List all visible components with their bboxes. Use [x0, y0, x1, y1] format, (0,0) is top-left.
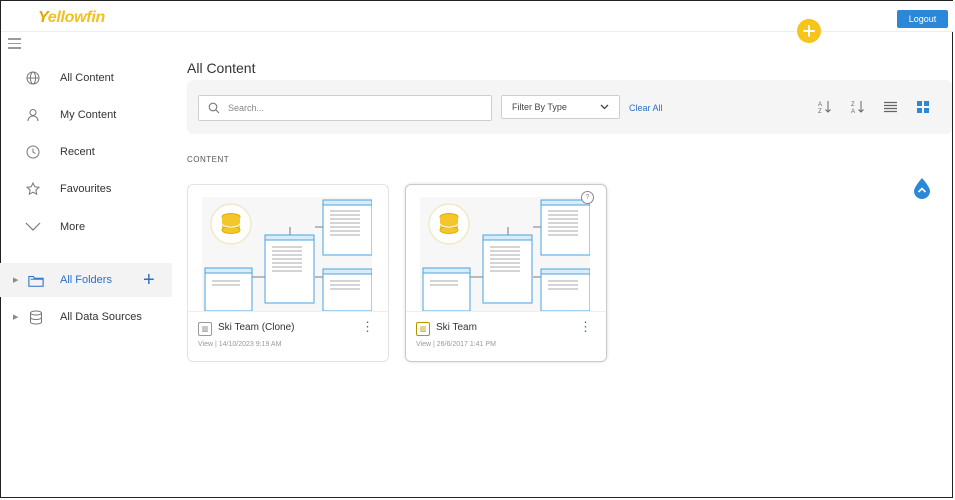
card-title[interactable]: Ski Team (Clone): [218, 322, 295, 333]
star-icon: [25, 181, 41, 197]
search-icon: [208, 102, 220, 114]
sidebar-item-label: Recent: [60, 146, 95, 158]
more-options-icon[interactable]: ⋮: [361, 320, 374, 333]
card-title[interactable]: Ski Team: [436, 322, 477, 333]
card-thumbnail: [420, 197, 591, 312]
card-thumbnail: [202, 197, 373, 312]
clear-all-link[interactable]: Clear All: [629, 103, 663, 113]
card-meta: View | 26/6/2017 1:41 PM: [416, 341, 496, 348]
report-type-icon: ▥: [416, 322, 430, 336]
content-card[interactable]: ? ▥ Ski Team View | 26/6/2017 1:41 PM ⋮: [405, 184, 607, 362]
sidebar-item-label: All Data Sources: [60, 311, 142, 323]
user-icon: [25, 107, 41, 123]
more-options-icon[interactable]: ⋮: [579, 320, 592, 333]
help-icon[interactable]: ?: [581, 191, 594, 204]
scroll-to-top-button[interactable]: [913, 177, 931, 199]
card-footer: ▥ Ski Team View | 26/6/2017 1:41 PM ⋮: [406, 311, 606, 361]
database-icon: [28, 309, 44, 325]
hamburger-line: [8, 47, 21, 49]
sidebar-item-label: Favourites: [60, 183, 112, 195]
chevron-down-icon: [600, 104, 609, 110]
filter-label: Filter By Type: [512, 102, 567, 112]
sidebar-item-label: More: [60, 221, 86, 233]
svg-text:Z: Z: [818, 109, 822, 114]
hamburger-line: [8, 38, 21, 40]
content-card[interactable]: ▥ Ski Team (Clone) View | 14/10/2023 9:1…: [187, 184, 389, 362]
sidebar-item-all-content[interactable]: All Content: [0, 63, 172, 93]
logo-letter: Y: [38, 9, 48, 26]
add-folder-plus-icon[interactable]: +: [143, 270, 155, 290]
sidebar-item-label: All Folders: [60, 274, 112, 286]
sidebar-item-recent[interactable]: Recent: [0, 137, 172, 167]
card-meta: View | 14/10/2023 9:19 AM: [198, 341, 282, 348]
report-type-icon: ▥: [198, 322, 212, 336]
search-input[interactable]: [226, 102, 480, 114]
search-box[interactable]: [198, 95, 492, 121]
svg-text:A: A: [818, 102, 822, 108]
logo-text: ellowfin: [47, 9, 105, 26]
chevron-down-icon: [25, 219, 41, 235]
globe-icon: [25, 70, 41, 86]
svg-text:Z: Z: [851, 102, 855, 108]
logout-button[interactable]: Logout: [897, 10, 948, 28]
yellowfin-logo[interactable]: Yellowfin: [38, 9, 105, 27]
expand-caret-icon[interactable]: ▶: [13, 313, 18, 321]
sidebar-item-my-content[interactable]: My Content: [0, 100, 172, 130]
svg-text:A: A: [851, 109, 855, 114]
expand-caret-icon[interactable]: ▶: [13, 276, 18, 284]
hamburger-line: [8, 42, 21, 44]
sidebar-item-label: My Content: [60, 109, 117, 121]
list-view-icon[interactable]: [883, 100, 897, 114]
sort-a-z-icon[interactable]: AZ: [818, 100, 832, 114]
page-title: All Content: [187, 60, 256, 76]
sidebar-item-label: All Content: [60, 72, 114, 84]
filter-by-type-dropdown[interactable]: Filter By Type: [501, 95, 620, 119]
content-toolbar: Filter By Type Clear All AZ ZA: [187, 80, 952, 134]
sidebar-item-all-folders[interactable]: ▶ All Folders +: [0, 263, 172, 297]
menu-toggle[interactable]: [8, 38, 21, 50]
grid-view-icon[interactable]: [916, 100, 930, 114]
card-footer: ▥ Ski Team (Clone) View | 14/10/2023 9:1…: [188, 311, 388, 361]
create-button[interactable]: [797, 19, 821, 43]
plus-icon: [803, 25, 815, 37]
sidebar-item-favourites[interactable]: Favourites: [0, 174, 172, 204]
sidebar-item-all-data-sources[interactable]: ▶ All Data Sources: [0, 302, 172, 332]
section-heading: CONTENT: [187, 155, 230, 164]
folder-icon: [28, 272, 44, 288]
clock-icon: [25, 144, 41, 160]
sidebar-item-more[interactable]: More: [0, 212, 172, 242]
sort-z-a-icon[interactable]: ZA: [851, 100, 865, 114]
